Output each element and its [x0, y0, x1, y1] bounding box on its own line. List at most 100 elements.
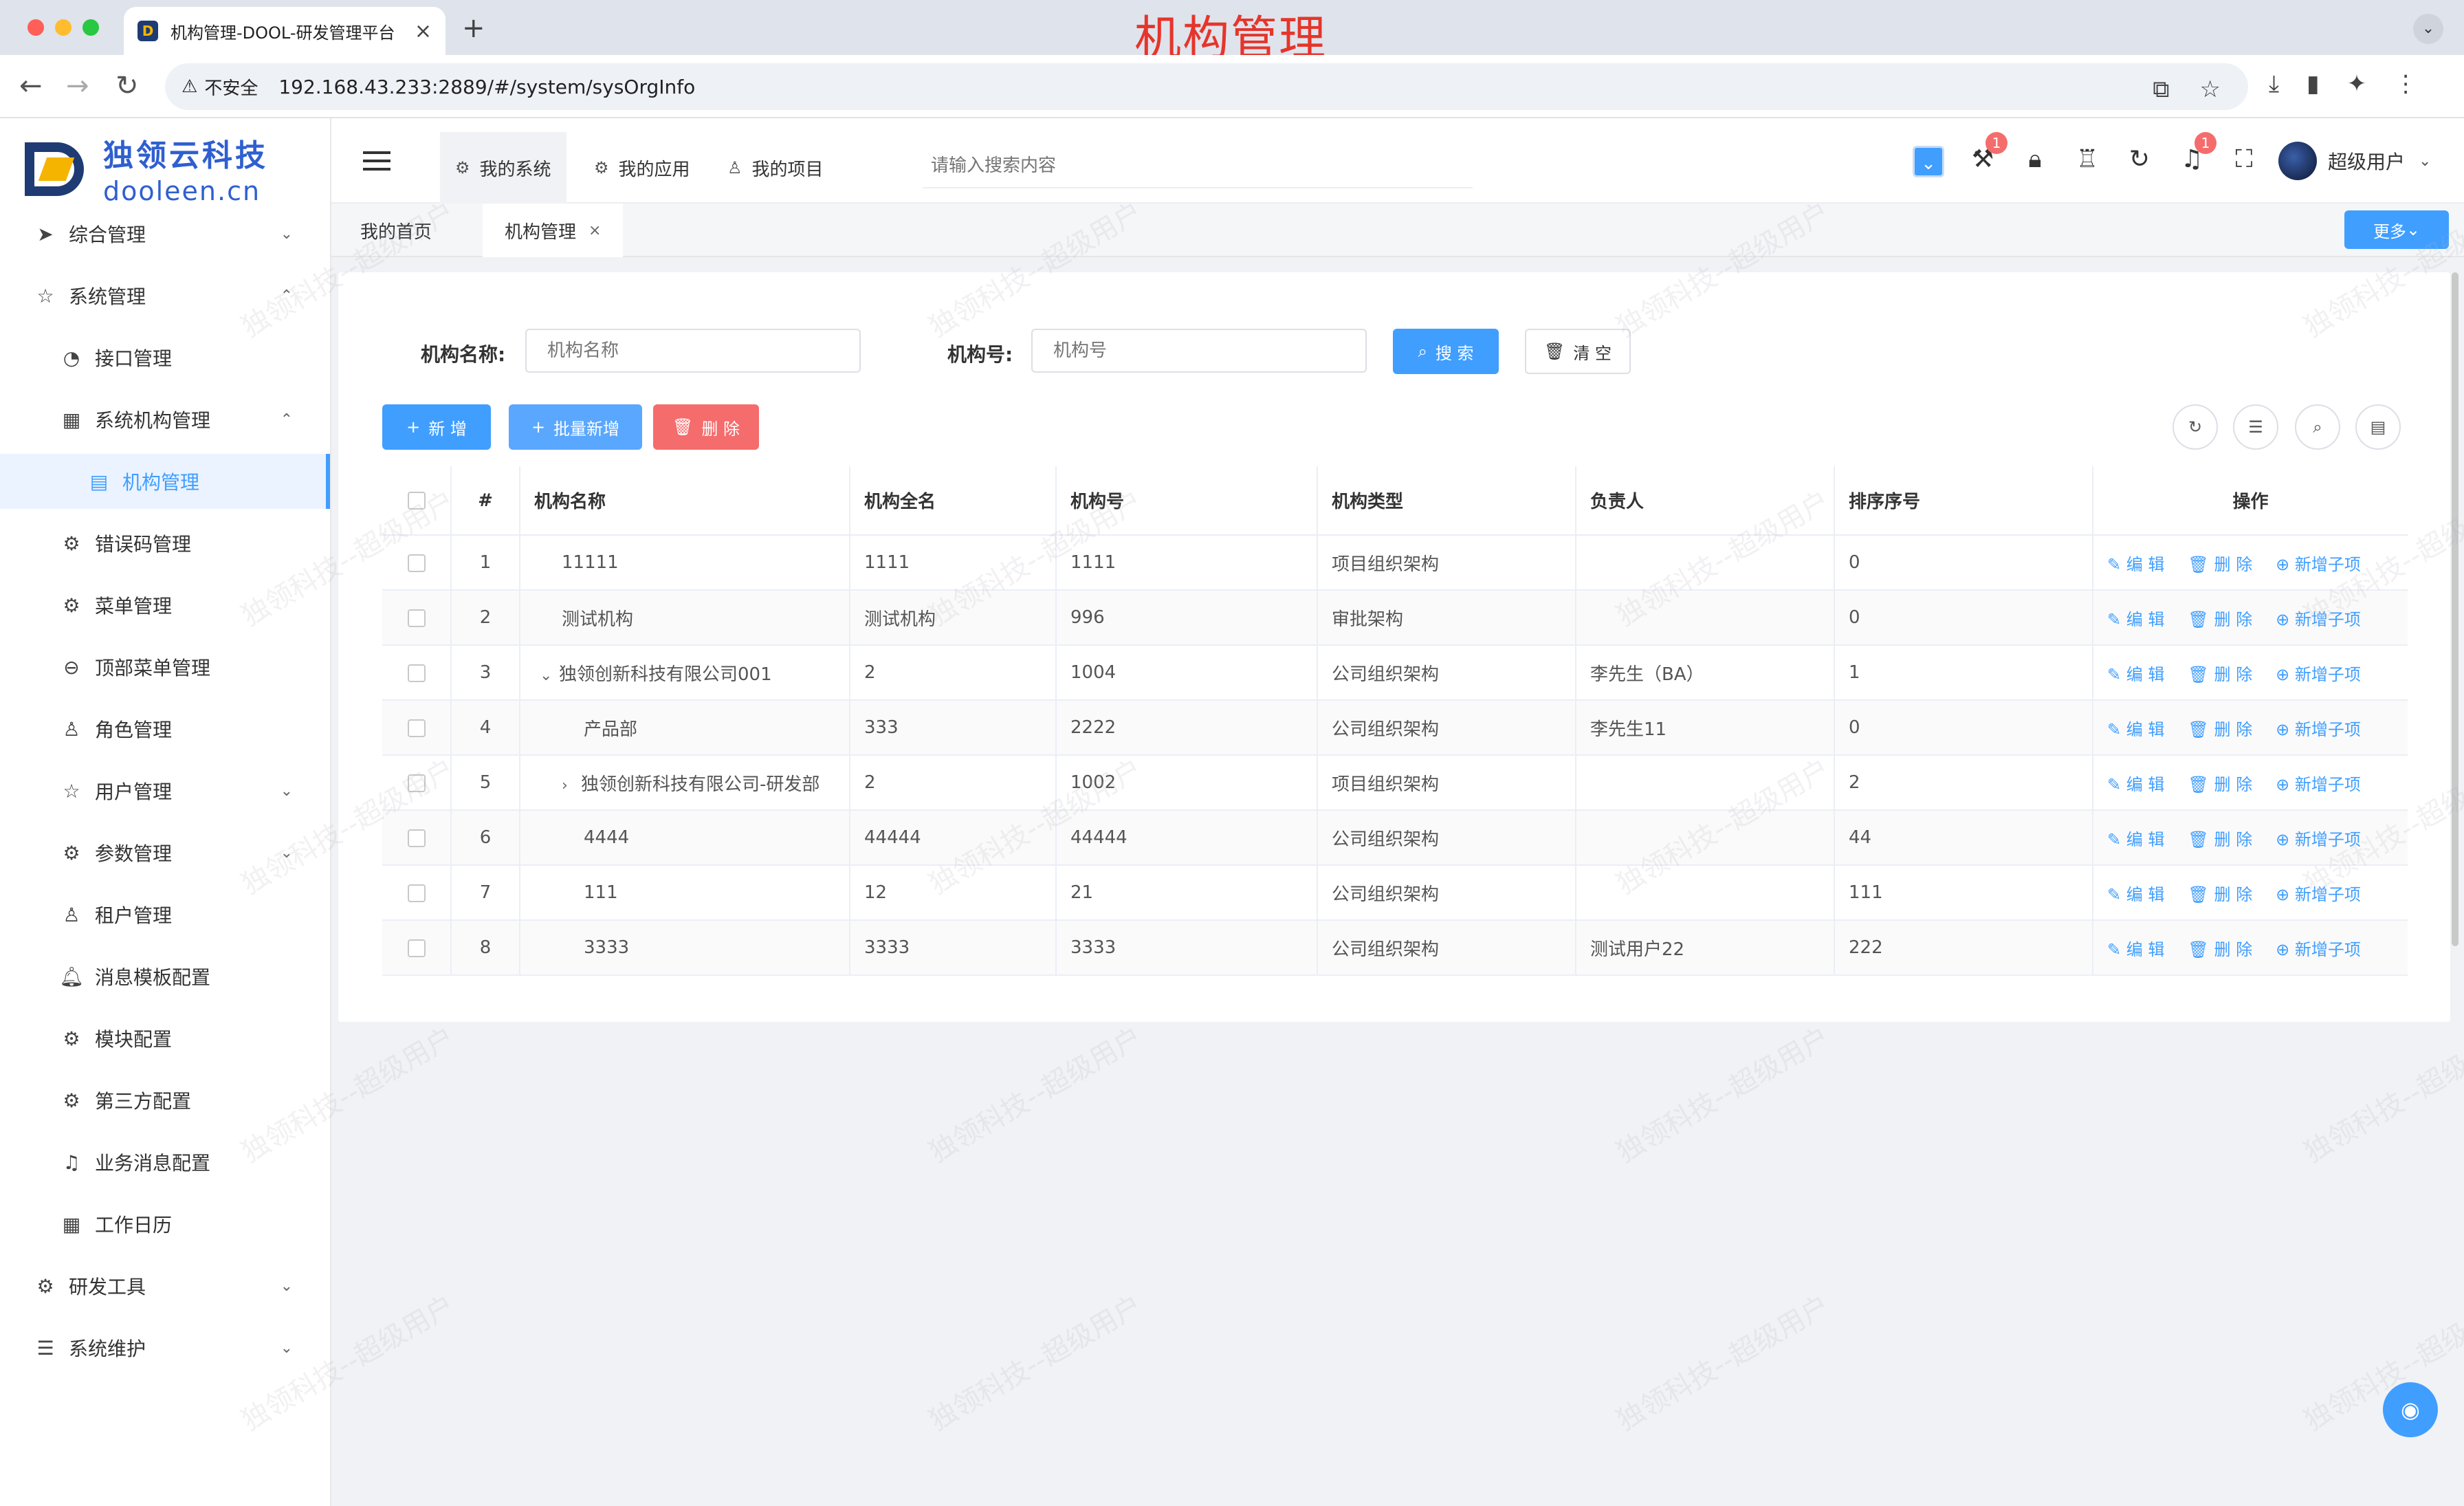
delete-row-button[interactable]: 🗑︎ 删 除: [2188, 936, 2252, 960]
refresh-icon[interactable]: ↻: [2126, 146, 2153, 173]
browser-tab[interactable]: D 机构管理-DOOL-研发管理平台 ×: [124, 7, 446, 55]
sidebar-item-users[interactable]: ☆ 用户管理 ⌄: [0, 763, 330, 818]
sidebar-item-maintenance[interactable]: ☰ 系统维护 ⌄: [0, 1320, 330, 1375]
chevron-down-icon[interactable]: ⌄: [540, 667, 559, 684]
batch-add-button[interactable]: + 批量新增: [509, 404, 642, 450]
edit-button[interactable]: ✎ 编 辑: [2107, 771, 2164, 795]
hamburger-icon[interactable]: [363, 151, 390, 171]
lock-icon[interactable]: 🔒︎: [2021, 146, 2049, 173]
add-child-button[interactable]: ⊕ 新增子项: [2276, 826, 2361, 850]
sidebar-item-error-codes[interactable]: ⚙ 错误码管理: [0, 516, 330, 571]
dropdown-toggle-icon[interactable]: ⌄: [1913, 146, 1944, 177]
delete-row-button[interactable]: 🗑︎ 删 除: [2188, 551, 2252, 575]
minimize-window-button[interactable]: [55, 19, 72, 36]
bookmark-star-icon[interactable]: ☆: [2200, 76, 2221, 103]
select-all-checkbox[interactable]: [407, 492, 426, 510]
delete-row-button[interactable]: 🗑︎ 删 除: [2188, 826, 2252, 850]
search-icon[interactable]: ⌕: [2295, 404, 2340, 450]
clear-button[interactable]: 🗑︎ 清 空: [1525, 329, 1631, 374]
sidebar-item-roles[interactable]: ♙ 角色管理: [0, 701, 330, 756]
add-child-button[interactable]: ⊕ 新增子项: [2276, 606, 2361, 630]
sidebar-item-biz-msg[interactable]: ♫ 业务消息配置: [0, 1135, 330, 1190]
edit-button[interactable]: ✎ 编 辑: [2107, 661, 2164, 685]
edit-button[interactable]: ✎ 编 辑: [2107, 606, 2164, 630]
sidebar-item-third-party[interactable]: ⚙ 第三方配置: [0, 1073, 330, 1128]
close-window-button[interactable]: [28, 19, 44, 36]
sidebar-item-msg-templates[interactable]: 🔔︎ 消息模板配置: [0, 949, 330, 1004]
maximize-window-button[interactable]: [82, 19, 99, 36]
shirt-icon[interactable]: ♖: [2074, 146, 2101, 173]
delete-row-button[interactable]: 🗑︎ 删 除: [2188, 661, 2252, 685]
org-code-input[interactable]: [1031, 329, 1367, 373]
add-child-button[interactable]: ⊕ 新增子项: [2276, 771, 2361, 795]
page-scrollbar[interactable]: [2452, 272, 2458, 946]
tab-search-icon[interactable]: ⌄: [2413, 14, 2443, 44]
add-child-button[interactable]: ⊕ 新增子项: [2276, 881, 2361, 905]
tab-my-projects[interactable]: ♙ 我的项目: [712, 132, 839, 204]
row-checkbox[interactable]: [407, 719, 426, 737]
sidebar-item-menus[interactable]: ⚙ 菜单管理: [0, 578, 330, 633]
delete-row-button[interactable]: 🗑︎ 删 除: [2188, 881, 2252, 905]
sidebar-item-tenants[interactable]: ♙ 租户管理: [0, 887, 330, 942]
add-child-button[interactable]: ⊕ 新增子项: [2276, 551, 2361, 575]
refresh-icon[interactable]: ↻: [2172, 404, 2218, 450]
tab-my-system[interactable]: ⚙ 我的系统: [440, 132, 566, 204]
sidebar-item-org-system[interactable]: ▦ 系统机构管理 ⌃: [0, 392, 330, 447]
row-checkbox[interactable]: [407, 609, 426, 627]
new-tab-icon[interactable]: +: [462, 12, 485, 44]
tab-my-apps[interactable]: ⚙ 我的应用: [579, 132, 705, 204]
columns-filter-icon[interactable]: ☰: [2233, 404, 2278, 450]
fullscreen-icon[interactable]: ⛶: [2230, 146, 2258, 173]
more-menu-icon[interactable]: ⋮: [2394, 70, 2417, 98]
close-icon[interactable]: ×: [588, 222, 601, 239]
search-button[interactable]: ⌕ 搜 索: [1393, 329, 1499, 374]
row-checkbox[interactable]: [407, 829, 426, 847]
add-child-button[interactable]: ⊕ 新增子项: [2276, 936, 2361, 960]
delete-row-button[interactable]: 🗑︎ 删 除: [2188, 716, 2252, 740]
row-checkbox[interactable]: [407, 939, 426, 957]
download-icon[interactable]: ⤓: [2269, 70, 2279, 98]
close-tab-icon[interactable]: ×: [415, 19, 432, 43]
row-checkbox[interactable]: [407, 774, 426, 792]
sidebar-item-modules[interactable]: ⚙ 模块配置: [0, 1011, 330, 1066]
add-child-button[interactable]: ⊕ 新增子项: [2276, 661, 2361, 685]
sidebar-item-api[interactable]: ◔ 接口管理: [0, 330, 330, 385]
edit-button[interactable]: ✎ 编 辑: [2107, 936, 2164, 960]
camera-icon[interactable]: ◉: [2383, 1382, 2438, 1437]
edit-button[interactable]: ✎ 编 辑: [2107, 551, 2164, 575]
edit-button[interactable]: ✎ 编 辑: [2107, 826, 2164, 850]
sidebar-item-system[interactable]: ☆ 系统管理 ⌃: [0, 268, 330, 323]
org-name-input[interactable]: [525, 329, 861, 373]
global-search-input[interactable]: [923, 144, 1473, 188]
edit-button[interactable]: ✎ 编 辑: [2107, 716, 2164, 740]
forward-icon[interactable]: →: [66, 70, 89, 102]
bell-icon[interactable]: ♫ 1: [2178, 132, 2216, 173]
export-icon[interactable]: ▤: [2355, 404, 2401, 450]
extension-icon[interactable]: ✦: [2347, 70, 2367, 98]
back-icon[interactable]: ←: [19, 70, 43, 102]
delete-row-button[interactable]: 🗑︎ 删 除: [2188, 606, 2252, 630]
tag-home[interactable]: 我的首页: [338, 204, 454, 257]
sidebar-item-dev-tools[interactable]: ⚙ 研发工具 ⌄: [0, 1258, 330, 1313]
sidebar-item-org[interactable]: ▤ 机构管理: [0, 454, 330, 509]
tools-icon[interactable]: ⚒ 1: [1969, 132, 2008, 173]
add-button[interactable]: + 新 增: [382, 404, 491, 450]
sidebar-item-general[interactable]: ➤ 综合管理 ⌄: [0, 206, 330, 261]
sidebar-item-params[interactable]: ⚙ 参数管理 ⌄: [0, 825, 330, 880]
sidepanel-icon[interactable]: ▮: [2307, 70, 2320, 98]
more-button[interactable]: 更多 ⌄: [2344, 210, 2449, 249]
sidebar-item-top-menus[interactable]: ⊖ 顶部菜单管理: [0, 640, 330, 695]
translate-icon[interactable]: ⧉: [2153, 76, 2169, 103]
reload-icon[interactable]: ↻: [116, 70, 139, 102]
user-menu[interactable]: 超级用户 ⌄: [2278, 142, 2431, 180]
row-checkbox[interactable]: [407, 554, 426, 572]
url-field[interactable]: ⚠ 不安全 192.168.43.233:2889/#/system/sysOr…: [165, 63, 2248, 110]
delete-button[interactable]: 🗑︎ 删 除: [653, 404, 759, 450]
add-child-button[interactable]: ⊕ 新增子项: [2276, 716, 2361, 740]
chevron-right-icon[interactable]: ›: [562, 777, 581, 794]
tag-org-management[interactable]: 机构管理 ×: [483, 204, 624, 257]
row-checkbox[interactable]: [407, 884, 426, 902]
edit-button[interactable]: ✎ 编 辑: [2107, 881, 2164, 905]
delete-row-button[interactable]: 🗑︎ 删 除: [2188, 771, 2252, 795]
sidebar-item-calendar[interactable]: ▦ 工作日历: [0, 1197, 330, 1252]
